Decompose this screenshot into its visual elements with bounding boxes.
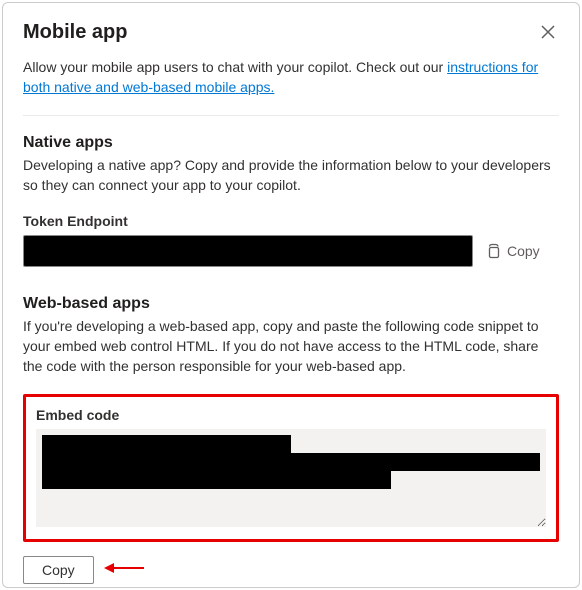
embed-code-label: Embed code (36, 407, 546, 423)
native-heading: Native apps (23, 134, 559, 152)
token-endpoint-input[interactable] (23, 235, 473, 267)
copy-token-button[interactable]: Copy (485, 243, 540, 259)
web-apps-section: Web-based apps If you're developing a we… (23, 295, 559, 584)
close-button[interactable] (537, 21, 559, 46)
redacted-embed-content (42, 435, 540, 521)
web-description: If you're developing a web-based app, co… (23, 317, 559, 376)
embed-code-textarea[interactable] (36, 429, 546, 527)
native-description: Developing a native app? Copy and provid… (23, 156, 559, 195)
copy-embed-button[interactable]: Copy (23, 556, 94, 584)
dialog-title: Mobile app (23, 21, 127, 44)
embed-code-highlight: Embed code (23, 394, 559, 542)
close-icon (541, 25, 555, 39)
web-heading: Web-based apps (23, 295, 559, 313)
token-row: Copy (23, 235, 559, 267)
intro-text-before: Allow your mobile app users to chat with… (23, 59, 447, 75)
copy-icon (485, 243, 501, 259)
copy-row: Copy (23, 556, 559, 584)
dialog-header: Mobile app (23, 21, 559, 46)
arrow-annotation-icon (104, 560, 144, 581)
token-endpoint-label: Token Endpoint (23, 213, 559, 229)
native-apps-section: Native apps Developing a native app? Cop… (23, 134, 559, 267)
intro-text: Allow your mobile app users to chat with… (23, 58, 559, 97)
mobile-app-dialog: Mobile app Allow your mobile app users t… (2, 2, 580, 588)
divider (23, 115, 559, 116)
copy-token-label: Copy (507, 243, 540, 259)
